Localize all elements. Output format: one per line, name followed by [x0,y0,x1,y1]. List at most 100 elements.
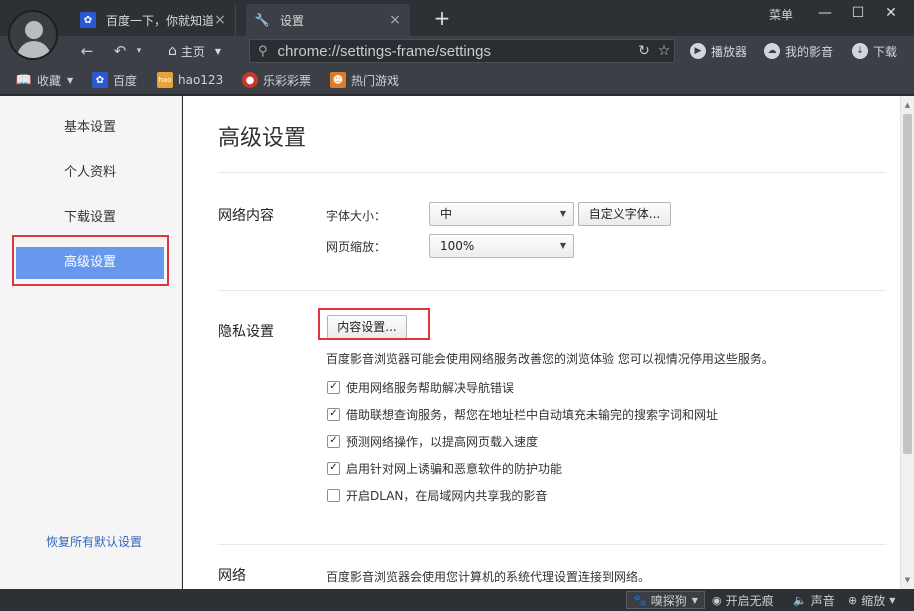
navigation-bar: ← ↶ ▾ ⌂ 主页 ▼ ⚲ chrome://settings-frame/s… [0,36,914,65]
zoom-select[interactable]: 100% ▼ [429,234,574,258]
bookmark-label: 收藏 [37,73,62,88]
privacy-option[interactable]: ✓ 使用网络服务帮助解决导航错误 [327,379,514,395]
wrench-icon: 🔧 [254,13,270,27]
player-label: 播放器 [711,44,748,59]
bookmark-baidu[interactable]: ✿ 百度 [92,72,137,88]
player-button[interactable]: ▶ 播放器 [690,42,747,60]
settings-sidebar: 基本设置 个人资料 下载设置 高级设置 恢复所有默认设置 [0,96,182,589]
menu-button[interactable]: 菜单 [769,6,793,23]
sound-label: 声音 [810,593,835,608]
chevron-down-icon: ▼ [67,75,74,85]
network-description: 百度影音浏览器会使用您计算机的系统代理设置连接到网络。 [326,570,651,584]
checkbox[interactable] [327,488,340,502]
user-avatar[interactable] [8,10,58,60]
tab-title: 百度一下，你就知道 [106,13,213,28]
chevron-down-icon: ▼ [559,241,566,250]
baidu-paw-icon: ✿ [92,72,108,88]
incognito-button[interactable]: ◉ 开启无痕 [712,592,774,608]
tab-settings[interactable]: 🔧 设置 × [246,4,410,36]
close-tab-icon[interactable]: × [388,12,402,28]
search-icon: ⚲ [258,43,268,59]
option-label: 预测网络操作，以提高网页载入速度 [346,434,539,449]
checkbox[interactable]: ✓ [327,407,340,421]
sidebar-item-profile[interactable]: 个人资料 [16,157,164,189]
minimize-button[interactable]: — [810,2,840,24]
font-size-value: 中 [440,207,453,221]
bookmark-hao123[interactable]: hao hao123 [157,72,223,88]
sidebar-item-basic[interactable]: 基本设置 [16,112,164,144]
refresh-icon[interactable]: ↻ [634,43,654,59]
home-label: 主页 [180,44,205,59]
privacy-option[interactable]: 开启DLAN，在局域网内共享我的影音 [327,487,547,503]
address-input[interactable]: chrome://settings-frame/settings [278,43,634,60]
star-icon[interactable]: ☆ [654,43,674,59]
section-title-privacy: 隐私设置 [218,324,274,340]
bookmark-games[interactable]: ☻ 热门游戏 [330,72,399,88]
checkbox[interactable]: ✓ [327,380,340,394]
back-icon[interactable]: ← [76,40,98,62]
sniffer-label: 嗅探狗 [650,593,687,608]
status-bar: 🐾 嗅探狗 ▼ ◉ 开启无痕 🔈 声音 ⊕ 缩放 ▼ [0,589,914,611]
sound-button[interactable]: 🔈 声音 [793,592,835,608]
bookmark-lottery[interactable]: ● 乐彩彩票 [242,72,311,88]
scroll-thumb[interactable] [903,114,912,454]
undo-icon[interactable]: ↶ [110,40,130,62]
avatar-body [17,41,51,58]
restore-defaults-link[interactable]: 恢复所有默认设置 [0,533,188,550]
scroll-up-icon[interactable]: ▲ [901,98,914,112]
sidebar-item-download[interactable]: 下载设置 [16,202,164,234]
scrollbar[interactable]: ▲ ▼ [900,96,914,589]
bookmark-favorites[interactable]: 📖 收藏 ▼ [16,72,73,88]
chevron-down-icon: ▼ [889,595,896,605]
close-tab-icon[interactable]: × [213,12,227,28]
zoom-value: 100% [440,239,475,253]
maximize-button[interactable]: ☐ [843,2,873,24]
privacy-option[interactable]: ✓ 启用针对网上诱骗和恶意软件的防护功能 [327,460,562,476]
bookmark-label: hao123 [178,73,224,87]
magnifier-icon: ⊕ [848,593,858,607]
game-icon: ☻ [330,72,346,88]
incognito-label: 开启无痕 [725,593,774,608]
tab-baidu[interactable]: ✿ 百度一下，你就知道 × [72,4,236,36]
zoom-label: 网页缩放： [326,240,387,254]
my-video-button[interactable]: ☁ 我的影音 [764,42,833,60]
scroll-down-icon[interactable]: ▼ [901,573,914,587]
option-label: 开启DLAN，在局域网内共享我的影音 [346,488,548,503]
new-tab-button[interactable]: + [430,6,454,30]
home-button[interactable]: ⌂ 主页 ▼ [168,40,221,62]
custom-font-button[interactable]: 自定义字体... [578,202,671,226]
settings-content: 高级设置 网络内容 字体大小： 中 ▼ 自定义字体... 网页缩放： 100% … [183,96,900,589]
undo-dropdown-icon[interactable]: ▾ [132,40,146,62]
close-window-button[interactable]: ✕ [876,2,906,24]
my-video-label: 我的影音 [785,44,834,59]
title-bar: ✿ 百度一下，你就知道 × 🔧 设置 × + 菜单 — ☐ ✕ [0,0,914,36]
chevron-down-icon: ▼ [691,595,698,605]
sniffer-button[interactable]: 🐾 嗅探狗 ▼ [626,591,705,609]
section-title-web-content: 网络内容 [218,208,274,224]
checkbox[interactable]: ✓ [327,461,340,475]
privacy-description: 百度影音浏览器可能会使用网络服务改善您的浏览体验 您可以视情况停用这些服务。 [326,352,774,366]
bookmarks-bar: 📖 收藏 ▼ ✿ 百度 hao hao123 ● 乐彩彩票 ☻ 热门游戏 [0,65,914,95]
privacy-option[interactable]: ✓ 借助联想查询服务，帮您在地址栏中自动填充未输完的搜索字词和网址 [327,406,718,422]
font-size-select[interactable]: 中 ▼ [429,202,574,226]
hao123-icon: hao [157,72,173,88]
cloud-icon: ☁ [764,43,780,59]
option-label: 使用网络服务帮助解决导航错误 [346,380,515,395]
highlight-box [318,308,430,340]
divider [218,544,886,545]
download-icon: ↓ [852,43,868,59]
highlight-box [12,235,169,286]
zoom-button[interactable]: ⊕ 缩放 ▼ [848,592,895,608]
option-label: 借助联想查询服务，帮您在地址栏中自动填充未输完的搜索字词和网址 [346,407,719,422]
address-bar[interactable]: ⚲ chrome://settings-frame/settings ↻ ☆ [249,39,675,63]
download-button[interactable]: ↓ 下载 [852,42,897,60]
bookmark-label: 乐彩彩票 [263,73,312,88]
divider [218,172,886,173]
download-label: 下载 [873,44,898,59]
section-title-network: 网络 [218,568,246,584]
option-label: 启用针对网上诱骗和恶意软件的防护功能 [346,461,563,476]
speaker-icon: 🔈 [793,593,807,607]
eye-icon: ◉ [712,593,722,607]
privacy-option[interactable]: ✓ 预测网络操作，以提高网页载入速度 [327,433,538,449]
checkbox[interactable]: ✓ [327,434,340,448]
